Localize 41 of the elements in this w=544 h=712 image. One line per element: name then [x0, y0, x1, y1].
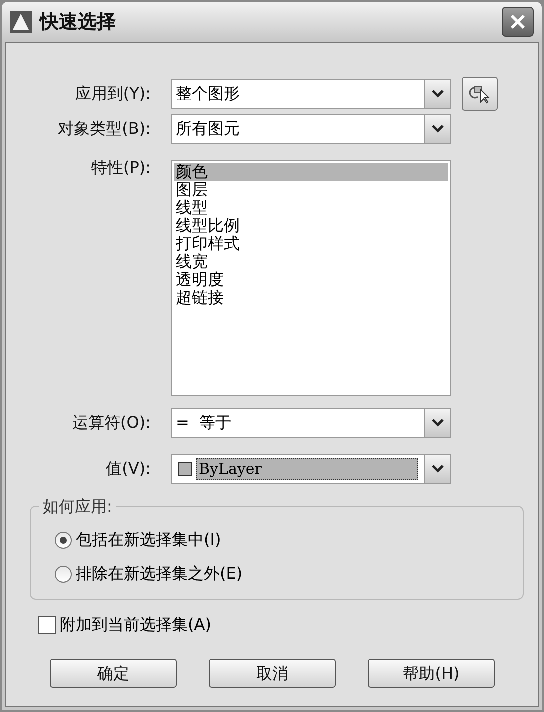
dialog-button[interactable]: 取消: [209, 659, 336, 688]
value-dropdown[interactable]: ByLayer: [171, 454, 451, 484]
chevron-down-icon: [432, 90, 444, 98]
dropdown-arrow-button[interactable]: [424, 115, 450, 143]
radio-button[interactable]: [55, 532, 72, 548]
dialog-button[interactable]: 帮助(H): [368, 659, 495, 688]
close-button[interactable]: [502, 7, 534, 37]
property-item[interactable]: 线型: [174, 199, 448, 217]
field-label: 对象类型(B):: [57, 118, 152, 140]
close-icon: [510, 14, 526, 30]
apply-to-dropdown[interactable]: 整个图形: [171, 79, 451, 109]
select-objects-button[interactable]: [462, 77, 498, 111]
property-item[interactable]: 打印样式: [174, 235, 448, 253]
pick-cursor-icon: [468, 84, 492, 104]
window-title: 快速选择: [40, 10, 117, 35]
dropdown-arrow-button[interactable]: [424, 80, 450, 108]
dropdown-arrow-button[interactable]: [424, 455, 450, 483]
properties-list[interactable]: 颜色 图层 线型 线型比例 打印样式 线宽 透明度 超链接: [171, 160, 451, 396]
field-label: 特性(P):: [90, 157, 152, 179]
triangle-logo-icon: [10, 11, 32, 33]
dialog-button[interactable]: 确定: [50, 659, 177, 688]
checkbox[interactable]: [38, 616, 56, 634]
dropdown-arrow-button[interactable]: [424, 409, 450, 437]
property-item[interactable]: 图层: [174, 181, 448, 199]
chevron-down-icon: [432, 125, 444, 133]
radio-label[interactable]: 包括在新选择集中(I): [76, 528, 222, 552]
radio-button[interactable]: [55, 566, 72, 582]
operator-dropdown[interactable]: = 等于: [171, 408, 451, 438]
field-label: 运算符(O):: [72, 412, 152, 434]
object-type-dropdown[interactable]: 所有图元: [171, 114, 451, 144]
property-item[interactable]: 颜色: [174, 163, 448, 181]
property-item[interactable]: 线宽: [174, 253, 448, 271]
chevron-down-icon: [432, 419, 444, 427]
field-label: 值(V):: [105, 458, 152, 480]
property-item[interactable]: 透明度: [174, 271, 448, 289]
chevron-down-icon: [432, 465, 444, 473]
property-item[interactable]: 超链接: [174, 289, 448, 307]
property-item[interactable]: 线型比例: [174, 217, 448, 235]
checkbox-label[interactable]: 附加到当前选择集(A): [60, 613, 212, 637]
field-label: 应用到(Y):: [74, 83, 152, 105]
radio-label[interactable]: 排除在新选择集之外(E): [76, 562, 243, 586]
